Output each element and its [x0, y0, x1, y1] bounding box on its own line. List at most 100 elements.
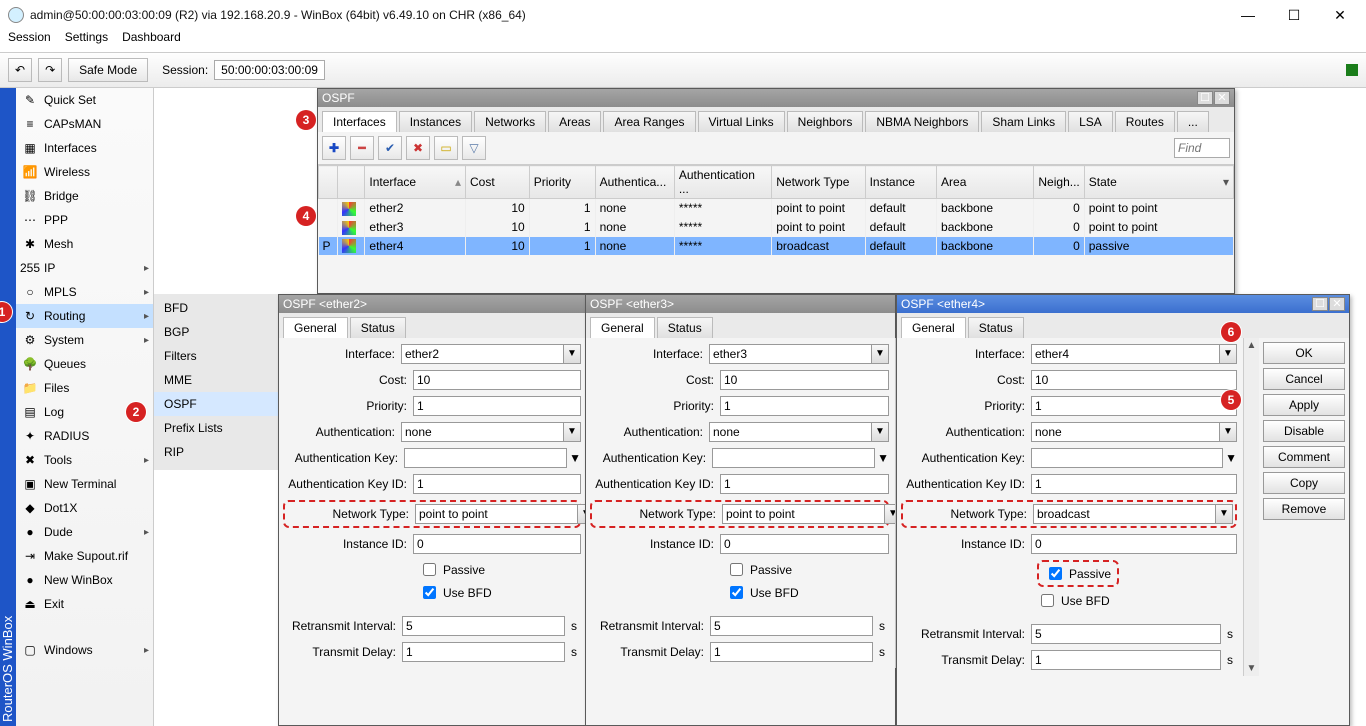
tab-status[interactable]: Status — [350, 317, 406, 338]
dropdown-icon[interactable]: ▼ — [1219, 422, 1237, 442]
dropdown-icon[interactable]: ▼ — [877, 451, 889, 465]
auth-key-id-field[interactable] — [720, 474, 889, 494]
tab--[interactable]: ... — [1177, 111, 1209, 132]
apply-button[interactable]: Apply — [1263, 394, 1345, 416]
col-header[interactable]: Instance — [865, 166, 936, 199]
sidebar-item-new-winbox[interactable]: ●New WinBox — [16, 568, 153, 592]
tab-routes[interactable]: Routes — [1115, 111, 1175, 132]
tab-status[interactable]: Status — [657, 317, 713, 338]
auth-key-field[interactable] — [404, 448, 567, 468]
dropdown-icon[interactable]: ▼ — [871, 422, 889, 442]
filter-button[interactable]: ▽ — [462, 136, 486, 160]
tab-virtual-links[interactable]: Virtual Links — [698, 111, 785, 132]
close-button[interactable]: ✕ — [1326, 7, 1354, 24]
interface-field[interactable] — [401, 344, 563, 364]
tab-interfaces[interactable]: Interfaces — [322, 111, 397, 132]
table-row[interactable]: ether2101 none*****point to pointdefault… — [319, 199, 1234, 218]
dropdown-icon[interactable]: ▼ — [1225, 451, 1237, 465]
sidebar-item-radius[interactable]: ✦RADIUS — [16, 424, 153, 448]
auth-key-field[interactable] — [712, 448, 875, 468]
sidebar-item-dude[interactable]: ●Dude▸ — [16, 520, 153, 544]
cost-field[interactable] — [720, 370, 889, 390]
retransmit-interval-field[interactable] — [710, 616, 873, 636]
sidebar-item-ip[interactable]: 255IP▸ — [16, 256, 153, 280]
cost-field[interactable] — [1031, 370, 1237, 390]
passive-checkbox[interactable] — [423, 563, 436, 576]
tab-general[interactable]: General — [283, 317, 348, 338]
dialog-titlebar[interactable]: OSPF <ether4> ☐✕ — [897, 295, 1349, 313]
col-header[interactable]: State ▾ — [1084, 166, 1233, 199]
tab-areas[interactable]: Areas — [548, 111, 601, 132]
sidebar-item-ppp[interactable]: ⋯PPP — [16, 208, 153, 232]
table-row[interactable]: P ether4101 none*****broadcastdefaultbac… — [319, 237, 1234, 256]
retransmit-interval-field[interactable] — [402, 616, 565, 636]
transmit-delay-field[interactable] — [710, 642, 873, 662]
ospf-interfaces-table[interactable]: Interface ▴CostPriorityAuthentica...Auth… — [318, 165, 1234, 255]
instance-id-field[interactable] — [720, 534, 889, 554]
auth-key-field[interactable] — [1031, 448, 1223, 468]
copy-button[interactable]: Copy — [1263, 472, 1345, 494]
auth-key-id-field[interactable] — [1031, 474, 1237, 494]
safe-mode-button[interactable]: Safe Mode — [68, 58, 148, 82]
use-bfd-checkbox[interactable] — [1041, 594, 1054, 607]
ospf-maximize-icon[interactable]: ☐ — [1197, 91, 1213, 105]
scroll-up-icon[interactable]: ▲ — [1247, 340, 1257, 351]
maximize-button[interactable]: ☐ — [1280, 7, 1308, 24]
find-input[interactable] — [1174, 138, 1230, 158]
ok-button[interactable]: OK — [1263, 342, 1345, 364]
col-header[interactable] — [319, 166, 338, 199]
sidebar-item-windows[interactable]: ▢Windows▸ — [16, 638, 153, 662]
transmit-delay-field[interactable] — [1031, 650, 1221, 670]
submenu-item-bfd[interactable]: BFD — [154, 296, 293, 320]
col-header[interactable]: Authentica... — [595, 166, 674, 199]
priority-field[interactable] — [720, 396, 889, 416]
use-bfd-checkbox[interactable] — [423, 586, 436, 599]
tab-neighbors[interactable]: Neighbors — [787, 111, 864, 132]
interface-field[interactable] — [1031, 344, 1219, 364]
table-row[interactable]: ether3101 none*****point to pointdefault… — [319, 218, 1234, 237]
add-button[interactable]: ✚ — [322, 136, 346, 160]
sidebar-item-exit[interactable]: ⏏Exit — [16, 592, 153, 616]
ospf-close-icon[interactable]: ✕ — [1214, 91, 1230, 105]
sidebar-item-make-supout.rif[interactable]: ⇥Make Supout.rif — [16, 544, 153, 568]
tab-lsa[interactable]: LSA — [1068, 111, 1113, 132]
tab-status[interactable]: Status — [968, 317, 1024, 338]
enable-button[interactable]: ✔ — [378, 136, 402, 160]
sidebar-item-interfaces[interactable]: ▦Interfaces — [16, 136, 153, 160]
network-type-field[interactable] — [415, 504, 577, 524]
remove-button[interactable]: ━ — [350, 136, 374, 160]
interface-field[interactable] — [709, 344, 871, 364]
dropdown-icon[interactable]: ▼ — [1215, 504, 1233, 524]
cost-field[interactable] — [413, 370, 581, 390]
network-type-field[interactable] — [722, 504, 884, 524]
col-header[interactable]: Network Type — [772, 166, 865, 199]
tab-instances[interactable]: Instances — [399, 111, 472, 132]
sidebar-item-tools[interactable]: ✖Tools▸ — [16, 448, 153, 472]
dropdown-icon[interactable]: ▼ — [1219, 344, 1237, 364]
submenu-item-filters[interactable]: Filters — [154, 344, 293, 368]
authentication-field[interactable] — [401, 422, 563, 442]
sidebar-item-new-terminal[interactable]: ▣New Terminal — [16, 472, 153, 496]
network-type-field[interactable] — [1033, 504, 1215, 524]
col-header[interactable]: Cost — [465, 166, 529, 199]
undo-button[interactable]: ↶ — [8, 58, 32, 82]
col-header[interactable]: Authentication ... — [674, 166, 771, 199]
menu-session[interactable]: Session — [8, 30, 51, 52]
authentication-field[interactable] — [709, 422, 871, 442]
tab-area-ranges[interactable]: Area Ranges — [603, 111, 695, 132]
ospf-window-titlebar[interactable]: OSPF ☐ ✕ — [318, 89, 1234, 107]
menu-dashboard[interactable]: Dashboard — [122, 30, 181, 52]
dialog-titlebar[interactable]: OSPF <ether2> — [279, 295, 587, 313]
use-bfd-checkbox[interactable] — [730, 586, 743, 599]
dialog-titlebar[interactable]: OSPF <ether3> — [586, 295, 895, 313]
dropdown-icon[interactable]: ▼ — [871, 344, 889, 364]
sidebar-item-bridge[interactable]: ⛓Bridge — [16, 184, 153, 208]
disable-button[interactable]: Disable — [1263, 420, 1345, 442]
disable-button[interactable]: ✖ — [406, 136, 430, 160]
transmit-delay-field[interactable] — [402, 642, 565, 662]
minimize-button[interactable]: — — [1234, 7, 1262, 24]
sidebar-item-quick-set[interactable]: ✎Quick Set — [16, 88, 153, 112]
tab-general[interactable]: General — [901, 317, 966, 338]
dropdown-icon[interactable]: ▼ — [563, 344, 581, 364]
col-header[interactable] — [338, 166, 365, 199]
